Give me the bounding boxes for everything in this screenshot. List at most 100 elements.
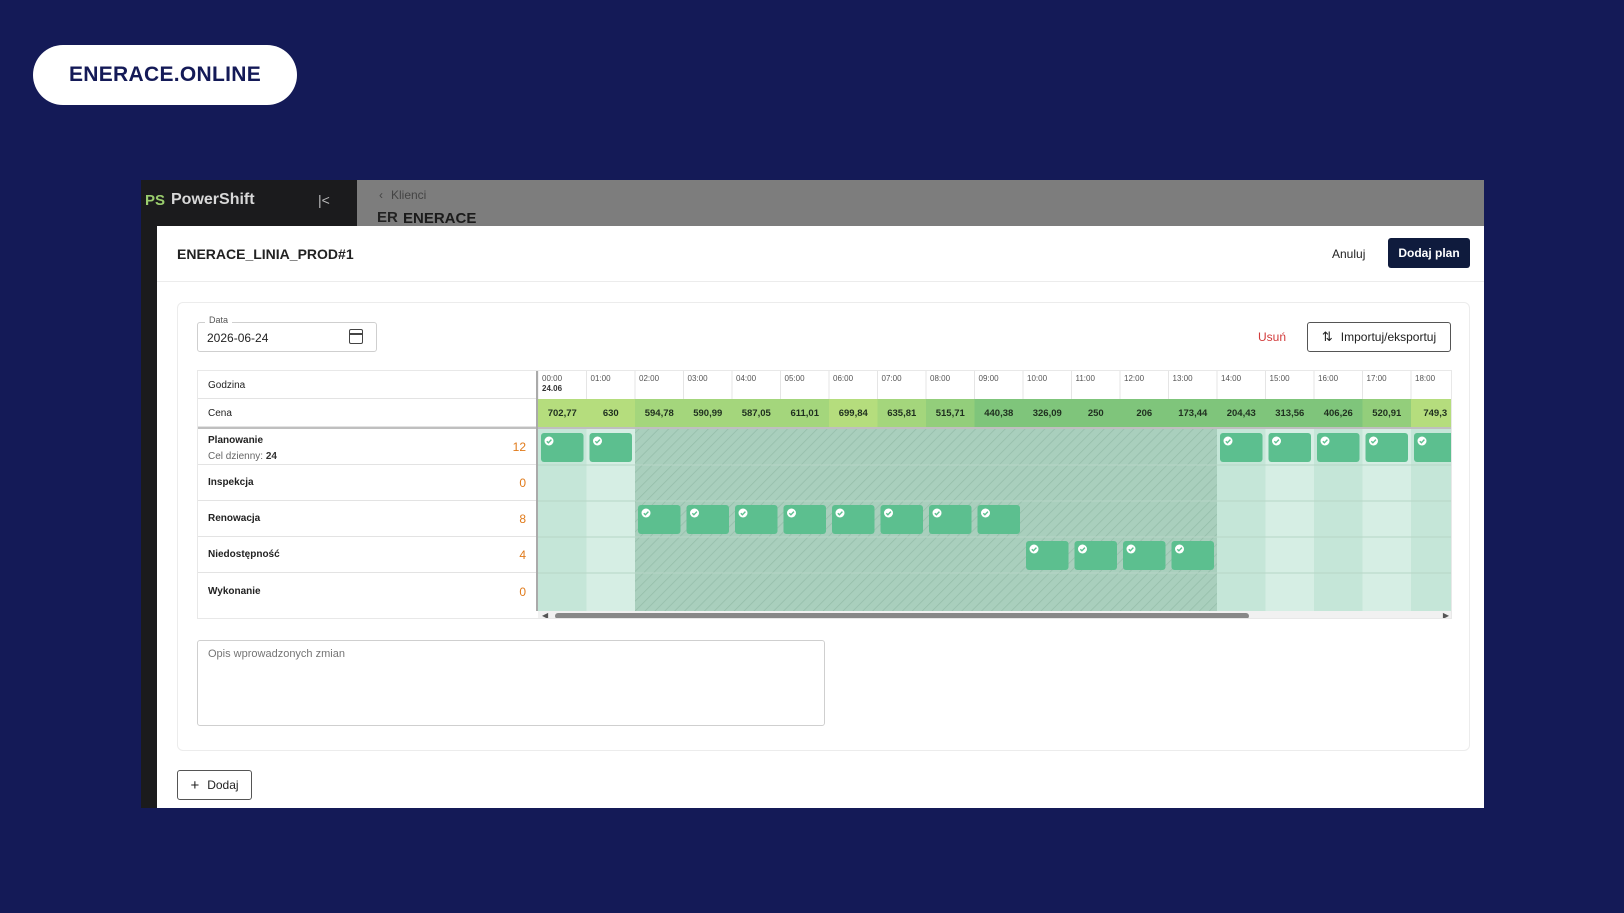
scroll-right-icon[interactable]: ▶	[1443, 611, 1449, 618]
timeline-column	[1071, 429, 1120, 611]
hour-label: 01:00	[591, 374, 612, 383]
price-value: 594,78	[645, 408, 674, 419]
daily-target-label: Cel dzienny:	[208, 451, 264, 462]
price-value: 590,99	[693, 408, 722, 419]
check-icon	[932, 508, 942, 518]
chevron-left-icon: ‹	[379, 188, 383, 202]
price-value: 206	[1136, 408, 1152, 419]
modal-title: ENERACE_LINIA_PROD#1	[177, 246, 354, 262]
check-icon	[1175, 544, 1184, 554]
hour-label: 09:00	[979, 374, 1000, 383]
check-icon	[1369, 436, 1378, 446]
add-button[interactable]: + Dodaj	[177, 770, 252, 800]
price-value: 635,81	[887, 408, 917, 419]
hour-label: 11:00	[1076, 374, 1096, 383]
plus-icon: +	[190, 776, 200, 794]
hour-label: 12:00	[1124, 374, 1145, 383]
price-value: 611,01	[790, 408, 819, 419]
row-labels: Godzina Cena Planowanie Cel dzienny: 24 …	[198, 371, 536, 611]
timeline: 00:00 24.06 702,77 01:00 630 02:00 594,78 03:00…	[538, 371, 1451, 611]
check-icon	[787, 508, 796, 518]
date-value: 2026-06-24	[207, 331, 269, 345]
app-logo-icon: PS	[145, 192, 166, 209]
hour-label: 04:00	[736, 374, 757, 383]
hour-label: 08:00	[930, 374, 951, 383]
row-name: Renowacja	[208, 513, 261, 524]
timeline-column	[1168, 429, 1217, 611]
hour-label: 17:00	[1367, 374, 1388, 383]
add-plan-button[interactable]: Dodaj plan	[1388, 238, 1470, 268]
timeline-canvas: 00:0024.06 702,77 01:00 630 02:00 594,78 03:00…	[538, 371, 1451, 611]
hour-label: 10:00	[1027, 374, 1048, 383]
price-value: 749,3	[1423, 408, 1447, 419]
breadcrumb-label: Klienci	[391, 188, 427, 202]
import-export-button[interactable]: ⇅ Importuj/eksportuj	[1307, 322, 1451, 352]
price-row-label: Cena	[198, 399, 536, 427]
check-icon	[690, 508, 699, 518]
plan-card: Data 2026-06-24 Usuń ⇅ Importuj/eksportu…	[177, 302, 1470, 751]
row-name: Niedostępność	[208, 549, 280, 560]
add-label: Dodaj	[207, 778, 239, 792]
hour-label: 13:00	[1173, 374, 1194, 383]
price-header: Cena	[208, 408, 232, 419]
check-icon	[1029, 544, 1039, 554]
breadcrumb-back-link[interactable]: ‹ Klienci	[379, 188, 426, 202]
remove-button[interactable]: Usuń	[1258, 330, 1286, 344]
check-icon	[544, 436, 554, 446]
schedule-grid: Godzina Cena Planowanie Cel dzienny: 24 …	[197, 370, 1452, 619]
horizontal-scrollbar[interactable]: ◀ ▶	[538, 611, 1451, 618]
hour-label: 14:00	[1221, 374, 1242, 383]
row-count: 8	[519, 512, 526, 526]
hour-header: Godzina	[208, 380, 246, 391]
row-label-renowacja: Renowacja 8	[198, 501, 536, 537]
client-name: ENERACE	[403, 210, 477, 227]
check-icon	[981, 508, 990, 518]
app-window: PS PowerShift |< ‹ Klienci ER ENERACE ENE…	[141, 180, 1484, 808]
price-value: 630	[603, 408, 619, 419]
check-icon	[1126, 544, 1136, 554]
check-icon	[1272, 436, 1281, 446]
hour-label: 07:00	[882, 374, 903, 383]
price-value: 520,91	[1372, 408, 1402, 419]
price-value: 173,44	[1178, 408, 1208, 419]
check-icon	[835, 508, 845, 518]
cancel-button[interactable]: Anuluj	[1332, 247, 1365, 261]
description-input[interactable]	[197, 640, 825, 726]
hour-label: 16:00	[1318, 374, 1339, 383]
row-count: 12	[512, 440, 526, 454]
row-label-inspekcja: Inspekcja 0	[198, 465, 536, 501]
price-value: 313,56	[1275, 408, 1304, 419]
row-name: Inspekcja	[208, 477, 254, 488]
check-icon	[641, 508, 651, 518]
scrollbar-thumb[interactable]	[555, 613, 1249, 618]
check-icon	[738, 508, 748, 518]
calendar-icon[interactable]	[349, 329, 363, 344]
check-icon	[593, 436, 602, 446]
collapse-sidebar-icon[interactable]: |<	[318, 192, 330, 208]
price-value: 702,77	[548, 408, 577, 419]
timeline-column	[1120, 429, 1169, 611]
date-field[interactable]: Data 2026-06-24	[197, 315, 377, 352]
check-icon	[1078, 544, 1087, 554]
scroll-left-icon[interactable]: ◀	[542, 611, 548, 618]
price-value: 406,26	[1324, 408, 1353, 419]
price-value: 699,84	[839, 408, 869, 419]
row-name: Wykonanie	[208, 586, 261, 597]
row-name: Planowanie	[208, 435, 264, 446]
date-label: Data	[205, 315, 233, 325]
hour-label: 00:00	[542, 374, 563, 383]
client-logo-icon: ER	[377, 209, 398, 226]
check-icon	[1417, 436, 1427, 446]
row-count: 0	[519, 585, 526, 599]
price-value: 440,38	[984, 408, 1013, 419]
price-value: 326,09	[1033, 408, 1062, 419]
brand-pill: ENERACE.ONLINE	[33, 45, 297, 105]
hour-row-label: Godzina	[198, 371, 536, 399]
price-value: 515,71	[936, 408, 966, 419]
check-icon	[1223, 436, 1233, 446]
price-value: 250	[1088, 408, 1104, 419]
hour-label: 05:00	[785, 374, 806, 383]
hour-label: 06:00	[833, 374, 854, 383]
price-value: 587,05	[742, 408, 772, 419]
plan-modal: ENERACE_LINIA_PROD#1 Anuluj Dodaj plan D…	[157, 226, 1484, 808]
